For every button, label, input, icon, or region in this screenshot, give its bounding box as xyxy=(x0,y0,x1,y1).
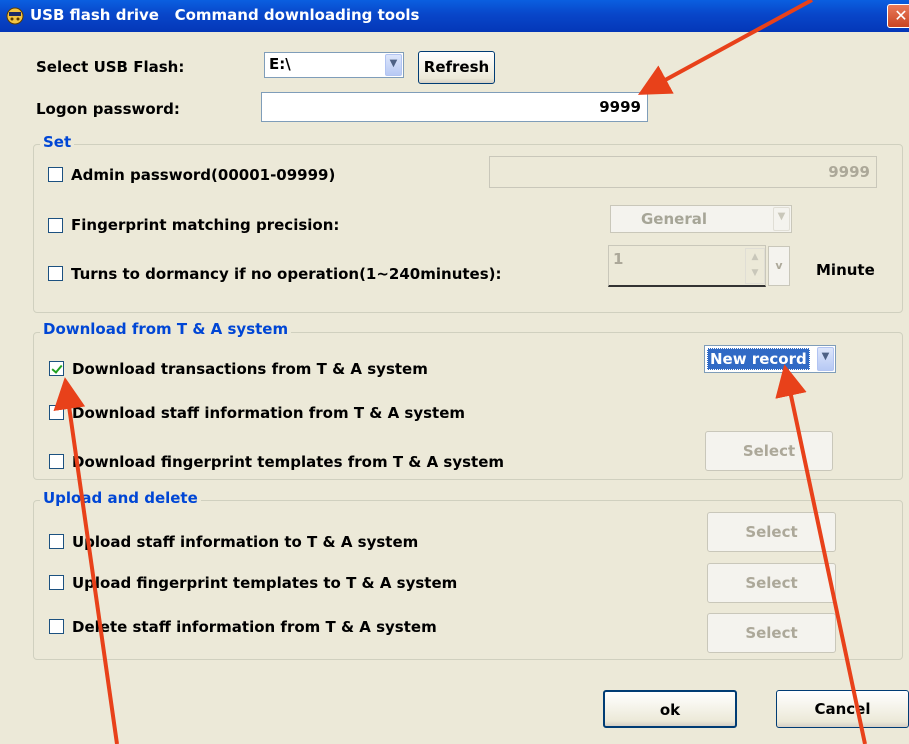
annotation-arrows xyxy=(53,0,867,744)
annotation-arrow-password xyxy=(637,0,813,95)
annotation-arrow-checkbox xyxy=(53,377,119,744)
annotation-arrow-record xyxy=(775,364,867,744)
